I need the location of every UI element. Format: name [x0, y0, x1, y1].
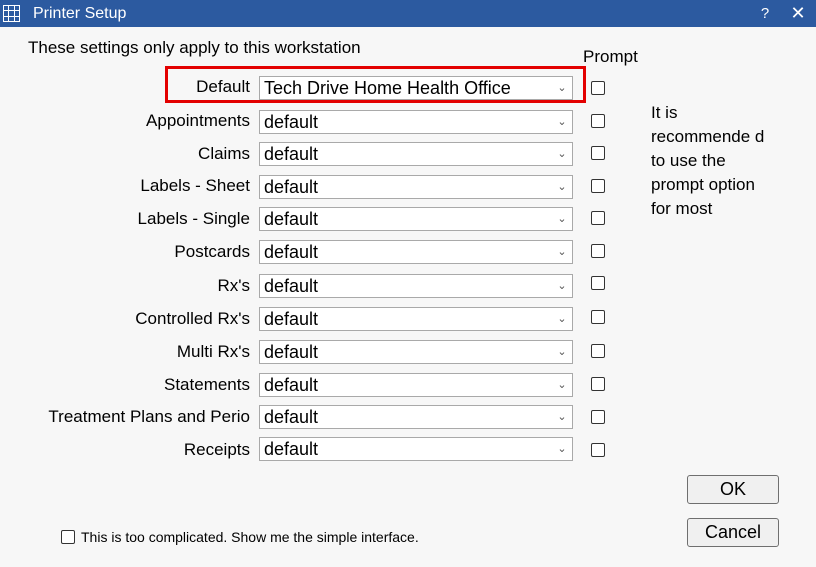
chevron-down-icon: ⌄ [557, 246, 567, 258]
printer-select-controlled-rx[interactable]: default ⌄ [259, 307, 573, 331]
row-label-rx: Rx's [217, 276, 250, 295]
row-label-controlled-rx: Controlled Rx's [135, 309, 250, 328]
close-icon[interactable]: ✕ [788, 1, 808, 25]
prompt-checkbox-labels-sheet[interactable] [591, 179, 605, 193]
prompt-checkbox-rx[interactable] [591, 276, 605, 290]
printer-select-value: default [264, 177, 319, 197]
chevron-down-icon: ⌄ [557, 443, 567, 455]
printer-select-value: default [264, 407, 319, 427]
prompt-column-header: Prompt [583, 47, 638, 66]
chevron-down-icon: ⌄ [557, 213, 567, 225]
printer-select-labels-single[interactable]: default ⌄ [259, 207, 573, 231]
printer-select-value: default [264, 375, 319, 395]
grid-icon [3, 5, 20, 22]
window-title: Printer Setup [33, 5, 127, 22]
printer-select-value: default [264, 144, 319, 164]
chevron-down-icon: ⌄ [557, 411, 567, 423]
title-bar: Printer Setup ? ✕ [0, 0, 816, 27]
printer-select-claims[interactable]: default ⌄ [259, 142, 573, 166]
prompt-checkbox-multi-rx[interactable] [591, 344, 605, 358]
row-label-multi-rx: Multi Rx's [176, 342, 250, 361]
prompt-checkbox-treatment-plans[interactable] [591, 410, 605, 424]
row-label-treatment-plans: Treatment Plans and Perio [48, 407, 250, 426]
prompt-checkbox-labels-single[interactable] [591, 211, 605, 225]
prompt-checkbox-appointments[interactable] [591, 114, 605, 128]
workstation-note: These settings only apply to this workst… [28, 38, 361, 57]
printer-select-value: default [264, 439, 319, 459]
printer-setup-dialog: Printer Setup ? ✕ These settings only ap… [0, 0, 816, 567]
simple-interface-label[interactable]: This is too complicated. Show me the sim… [81, 529, 419, 545]
printer-select-labels-sheet[interactable]: default ⌄ [259, 175, 573, 199]
printer-select-value: default [264, 309, 319, 329]
default-row-highlight [165, 66, 586, 103]
prompt-checkbox-receipts[interactable] [591, 443, 605, 457]
row-label-labels-single: Labels - Single [137, 209, 250, 228]
cancel-button[interactable]: Cancel [687, 518, 779, 547]
chevron-down-icon: ⌄ [557, 379, 567, 391]
ok-button[interactable]: OK [687, 475, 779, 504]
row-label-receipts: Receipts [183, 440, 250, 459]
prompt-checkbox-controlled-rx[interactable] [591, 310, 605, 324]
printer-select-multi-rx[interactable]: default ⌄ [259, 340, 573, 364]
chevron-down-icon: ⌄ [557, 313, 567, 325]
row-label-postcards: Postcards [174, 242, 250, 261]
chevron-down-icon: ⌄ [557, 280, 567, 292]
printer-select-appointments[interactable]: default ⌄ [259, 110, 573, 134]
row-label-statements: Statements [164, 375, 250, 394]
printer-select-value: default [264, 342, 319, 362]
printer-select-postcards[interactable]: default ⌄ [259, 240, 573, 264]
row-label-appointments: Appointments [146, 111, 250, 130]
printer-select-value: default [264, 209, 319, 229]
row-label-labels-sheet: Labels - Sheet [140, 176, 250, 195]
printer-select-receipts[interactable]: default ⌄ [259, 437, 573, 461]
printer-select-statements[interactable]: default ⌄ [259, 373, 573, 397]
chevron-down-icon: ⌄ [557, 148, 567, 160]
printer-select-rx[interactable]: default ⌄ [259, 274, 573, 298]
row-label-claims: Claims [198, 144, 250, 163]
prompt-checkbox-postcards[interactable] [591, 244, 605, 258]
chevron-down-icon: ⌄ [557, 346, 567, 358]
prompt-checkbox-default[interactable] [591, 81, 605, 95]
printer-select-value: default [264, 112, 319, 132]
simple-interface-checkbox[interactable] [61, 530, 75, 544]
chevron-down-icon: ⌄ [557, 181, 567, 193]
printer-select-treatment-plans[interactable]: default ⌄ [259, 405, 573, 429]
printer-select-value: default [264, 242, 319, 262]
help-icon[interactable]: ? [755, 3, 775, 23]
prompt-checkbox-statements[interactable] [591, 377, 605, 391]
prompt-checkbox-claims[interactable] [591, 146, 605, 160]
chevron-down-icon: ⌄ [557, 116, 567, 128]
prompt-recommendation-note: It is recommende d to use the prompt opt… [651, 103, 765, 218]
printer-select-value: default [264, 276, 319, 296]
